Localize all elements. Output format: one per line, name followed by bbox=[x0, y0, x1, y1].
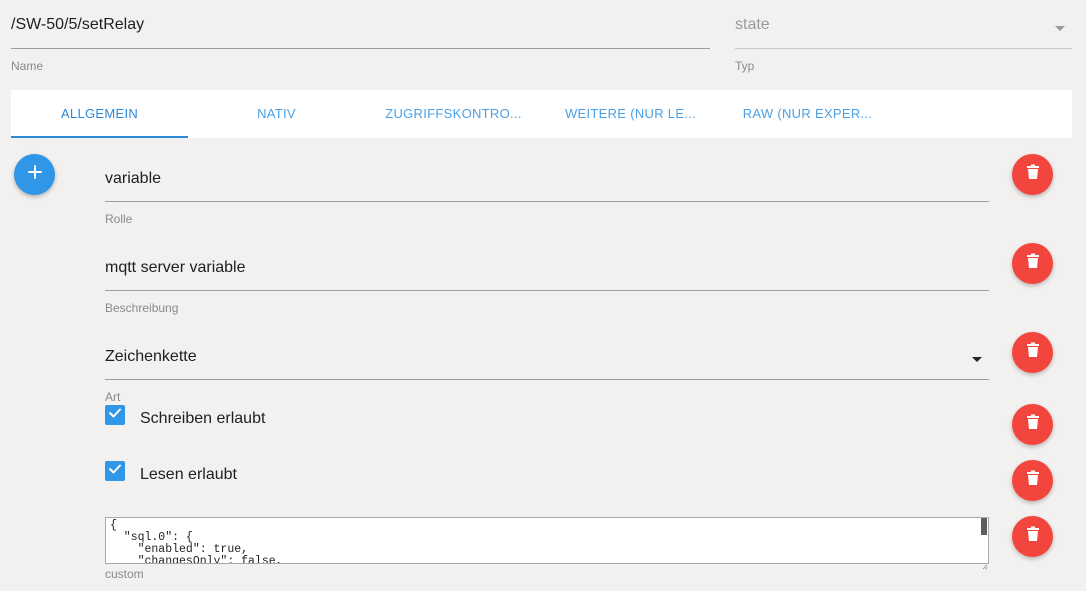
tab-zugriffskontrolle[interactable]: ZUGRIFFSKONTRO... bbox=[365, 90, 542, 138]
description-underline bbox=[105, 290, 989, 291]
custom-label: custom bbox=[105, 567, 144, 581]
role-input[interactable]: variable bbox=[105, 170, 161, 188]
name-input[interactable]: /SW-50/5/setRelay bbox=[11, 16, 144, 34]
textarea-scrollbar[interactable] bbox=[981, 518, 987, 535]
checkmark-icon bbox=[108, 462, 122, 480]
type-dropdown-icon[interactable] bbox=[1053, 20, 1067, 38]
read-allowed-checkbox[interactable] bbox=[105, 461, 125, 481]
trash-icon bbox=[1026, 526, 1040, 547]
tab-raw[interactable]: RAW (NUR EXPER... bbox=[719, 90, 896, 138]
write-allowed-label: Schreiben erlaubt bbox=[140, 410, 266, 427]
tab-allgemein[interactable]: ALLGEMEIN bbox=[11, 90, 188, 138]
tab-weitere[interactable]: WEITERE (NUR LE... bbox=[542, 90, 719, 138]
trash-icon bbox=[1026, 164, 1040, 185]
name-underline bbox=[11, 48, 710, 49]
tab-bar: ALLGEMEIN NATIV ZUGRIFFSKONTRO... WEITER… bbox=[11, 90, 1072, 138]
caret-down-icon[interactable] bbox=[970, 352, 984, 370]
kind-underline bbox=[105, 379, 989, 380]
delete-role-button[interactable] bbox=[1012, 154, 1053, 195]
checkmark-icon bbox=[108, 406, 122, 424]
delete-description-button[interactable] bbox=[1012, 243, 1053, 284]
plus-icon bbox=[27, 164, 43, 185]
tab-nativ[interactable]: NATIV bbox=[188, 90, 365, 138]
role-label: Rolle bbox=[105, 212, 133, 226]
delete-custom-button[interactable] bbox=[1012, 516, 1053, 557]
delete-write-button[interactable] bbox=[1012, 404, 1053, 445]
trash-icon bbox=[1026, 342, 1040, 363]
description-label: Beschreibung bbox=[105, 301, 179, 315]
read-allowed-label: Lesen erlaubt bbox=[140, 466, 237, 483]
type-label: Typ bbox=[735, 59, 755, 73]
delete-read-button[interactable] bbox=[1012, 460, 1053, 501]
resize-grip-icon[interactable] bbox=[982, 557, 988, 570]
trash-icon bbox=[1026, 253, 1040, 274]
type-select[interactable]: state bbox=[735, 16, 770, 34]
type-underline bbox=[735, 48, 1072, 49]
kind-label: Art bbox=[105, 390, 121, 404]
kind-select[interactable]: Zeichenkette bbox=[105, 348, 197, 366]
active-tab-indicator bbox=[11, 136, 188, 138]
trash-icon bbox=[1026, 414, 1040, 435]
name-label: Name bbox=[11, 59, 44, 73]
add-attribute-button[interactable] bbox=[14, 154, 55, 195]
trash-icon bbox=[1026, 470, 1040, 491]
custom-json-textarea[interactable]: { "sql.0": { "enabled": true, "changesOn… bbox=[105, 517, 989, 564]
description-input[interactable]: mqtt server variable bbox=[105, 259, 246, 277]
delete-kind-button[interactable] bbox=[1012, 332, 1053, 373]
role-underline bbox=[105, 201, 989, 202]
write-allowed-checkbox[interactable] bbox=[105, 405, 125, 425]
